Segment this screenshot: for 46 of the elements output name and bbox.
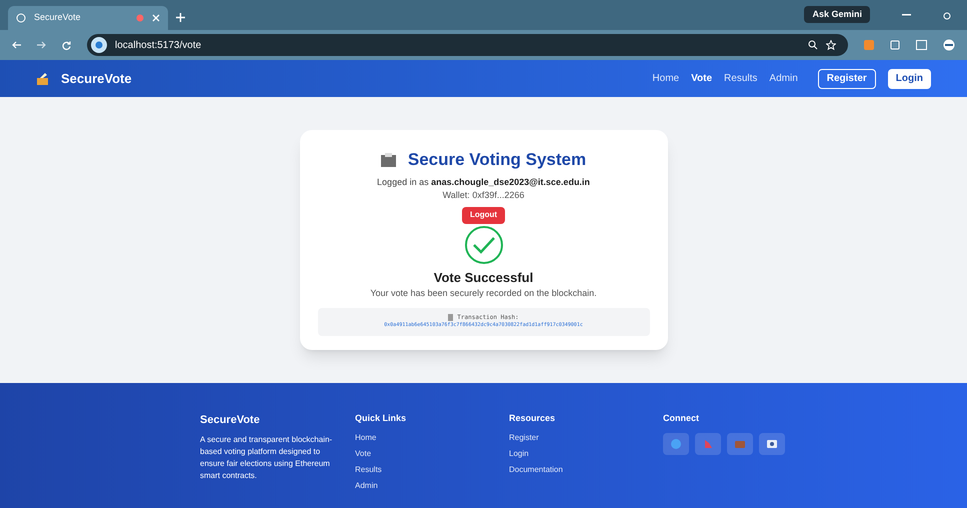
nav-link[interactable]: Results <box>724 71 758 86</box>
reload-icon[interactable] <box>62 40 71 50</box>
footer-link[interactable]: Register <box>509 432 539 444</box>
address-bar[interactable]: localhost:5173/vote <box>87 34 848 56</box>
profile-icon[interactable] <box>943 39 955 51</box>
status-message: Your vote has been securely recorded on the blockchain. <box>370 287 597 300</box>
ballot-box-icon <box>380 152 396 167</box>
ask-gemini-button[interactable]: Ask Gemini <box>804 6 870 23</box>
brand-name: SecureVote <box>61 70 132 88</box>
login-button[interactable]: Login <box>888 68 931 88</box>
status-title: Vote Successful <box>434 268 534 286</box>
column-heading: Connect <box>663 412 700 425</box>
camera-icon[interactable] <box>759 432 785 454</box>
checkmark-icon <box>464 224 504 264</box>
footer-link[interactable]: Results <box>355 464 382 476</box>
record-icon <box>136 14 144 22</box>
footer-description: A secure and transparent blockchain-based voting platform designed to ensure fair elections using Ethereum smart contracts. <box>200 434 334 482</box>
logout-button[interactable]: Logout <box>462 206 505 224</box>
footer-link[interactable]: Login <box>509 448 529 460</box>
browser-tab[interactable]: SecureVote <box>8 6 168 30</box>
ballot-icon <box>36 72 49 85</box>
tab-title: SecureVote <box>34 11 82 24</box>
search-icon[interactable] <box>808 40 818 50</box>
nav-link[interactable]: Home <box>652 71 680 86</box>
sidebar-icon[interactable] <box>916 40 927 50</box>
footer-link[interactable]: Admin <box>355 480 378 492</box>
logged-in-text: Logged in as anas.chougle_dse2023@it.sce.edu.in <box>377 176 590 189</box>
site-icon <box>91 37 107 53</box>
footer-brand: SecureVote <box>200 413 261 428</box>
document-icon <box>448 314 454 322</box>
close-icon[interactable] <box>152 14 160 22</box>
card-title: Secure Voting System <box>408 149 586 171</box>
footer-link[interactable]: Vote <box>355 448 372 460</box>
column-heading: Quick Links <box>355 412 408 425</box>
back-icon[interactable] <box>12 41 21 49</box>
minimize-icon[interactable] <box>902 14 911 16</box>
register-button[interactable]: Register <box>818 68 876 88</box>
wallet-address: Wallet: 0xf39f...2266 <box>442 189 524 202</box>
nav-link[interactable]: Admin <box>769 71 798 86</box>
star-icon[interactable] <box>826 40 836 50</box>
column-heading: Resources <box>509 412 556 425</box>
nav-link[interactable]: Vote <box>691 71 712 86</box>
footer-link[interactable]: Home <box>355 432 376 444</box>
new-tab-icon[interactable] <box>176 13 185 22</box>
forward-icon[interactable] <box>37 41 46 49</box>
footer-link[interactable]: Documentation <box>509 464 563 476</box>
